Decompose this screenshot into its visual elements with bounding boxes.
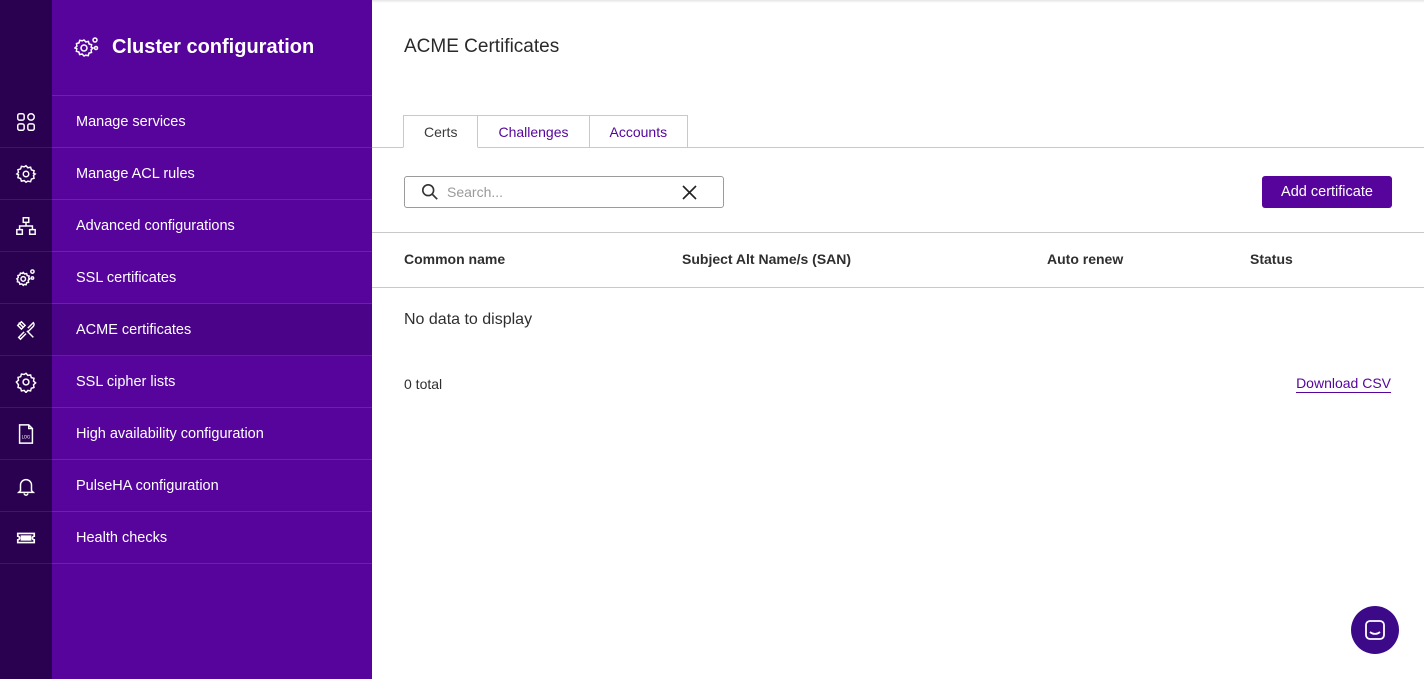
sidebar-item-ssl-cipher-lists[interactable]: SSL cipher lists bbox=[52, 356, 372, 408]
sidebar-item-health-checks[interactable]: Health checks bbox=[52, 512, 372, 564]
column-header-status[interactable]: Status bbox=[1250, 251, 1293, 267]
search-icon bbox=[421, 183, 438, 200]
tab-bar: Certs Challenges Accounts bbox=[403, 115, 689, 148]
sidebar-item-label: ACME certificates bbox=[76, 321, 192, 338]
clear-search-icon[interactable] bbox=[682, 185, 697, 200]
download-csv-link[interactable]: Download CSV bbox=[1296, 375, 1391, 393]
icon-rail: LOG bbox=[0, 0, 52, 679]
page-title: ACME Certificates bbox=[404, 36, 560, 57]
sidebar-item-label: Manage services bbox=[76, 113, 186, 130]
cluster-gears-icon bbox=[74, 36, 99, 57]
sidebar-item-label: Advanced configurations bbox=[76, 217, 235, 234]
bell-icon[interactable] bbox=[0, 460, 52, 512]
column-header-san[interactable]: Subject Alt Name/s (SAN) bbox=[682, 251, 851, 267]
column-header-common-name[interactable]: Common name bbox=[404, 251, 505, 267]
sidebar-item-ssl-certificates[interactable]: SSL certificates bbox=[52, 252, 372, 304]
gear-icon[interactable] bbox=[0, 356, 52, 408]
svg-text:LOG: LOG bbox=[22, 434, 31, 439]
sidebar-item-advanced-configurations[interactable]: Advanced configurations bbox=[52, 200, 372, 252]
search-input[interactable] bbox=[447, 184, 677, 200]
ticket-icon[interactable] bbox=[0, 512, 52, 564]
tabs-divider bbox=[372, 147, 1424, 148]
tab-challenges[interactable]: Challenges bbox=[477, 115, 590, 148]
sitemap-icon[interactable] bbox=[0, 200, 52, 252]
chat-icon bbox=[1365, 620, 1385, 640]
total-count: 0 total bbox=[404, 376, 443, 392]
table-header-bottom-border bbox=[372, 287, 1424, 288]
gears-icon[interactable] bbox=[0, 252, 52, 304]
sidebar-item-high-availability-configuration[interactable]: High availability configuration bbox=[52, 408, 372, 460]
sidebar-header: Cluster configuration bbox=[52, 0, 372, 96]
sidebar-item-label: SSL cipher lists bbox=[76, 373, 176, 390]
tools-icon[interactable] bbox=[0, 304, 52, 356]
sidebar-item-manage-acl-rules[interactable]: Manage ACL rules bbox=[52, 148, 372, 200]
sidebar-item-acme-certificates[interactable]: ACME certificates bbox=[52, 304, 372, 356]
sidebar-item-pulseha-configuration[interactable]: PulseHA configuration bbox=[52, 460, 372, 512]
sidebar-item-label: PulseHA configuration bbox=[76, 477, 219, 494]
sidebar-item-label: High availability configuration bbox=[76, 425, 264, 442]
sidebar: Cluster configuration Manage services Ma… bbox=[52, 0, 372, 679]
chat-launcher-button[interactable] bbox=[1351, 606, 1399, 654]
sidebar-item-label: Health checks bbox=[76, 529, 168, 546]
top-shadow bbox=[372, 0, 1424, 3]
sidebar-item-label: SSL certificates bbox=[76, 269, 177, 286]
tab-certs[interactable]: Certs bbox=[403, 115, 479, 148]
table-header-top-border bbox=[372, 232, 1424, 233]
column-header-auto-renew[interactable]: Auto renew bbox=[1047, 251, 1123, 267]
empty-table-message: No data to display bbox=[404, 311, 533, 328]
log-file-icon[interactable]: LOG bbox=[0, 408, 52, 460]
tab-accounts[interactable]: Accounts bbox=[588, 115, 689, 148]
grid-icon[interactable] bbox=[0, 96, 52, 148]
sidebar-item-manage-services[interactable]: Manage services bbox=[52, 96, 372, 148]
main-content: ACME Certificates Certs Challenges Accou… bbox=[372, 0, 1424, 679]
search-box bbox=[404, 176, 724, 208]
sidebar-item-label: Manage ACL rules bbox=[76, 165, 195, 182]
gear-network-icon[interactable] bbox=[0, 148, 52, 200]
sidebar-title: Cluster configuration bbox=[112, 36, 315, 58]
add-certificate-button[interactable]: Add certificate bbox=[1262, 176, 1392, 208]
